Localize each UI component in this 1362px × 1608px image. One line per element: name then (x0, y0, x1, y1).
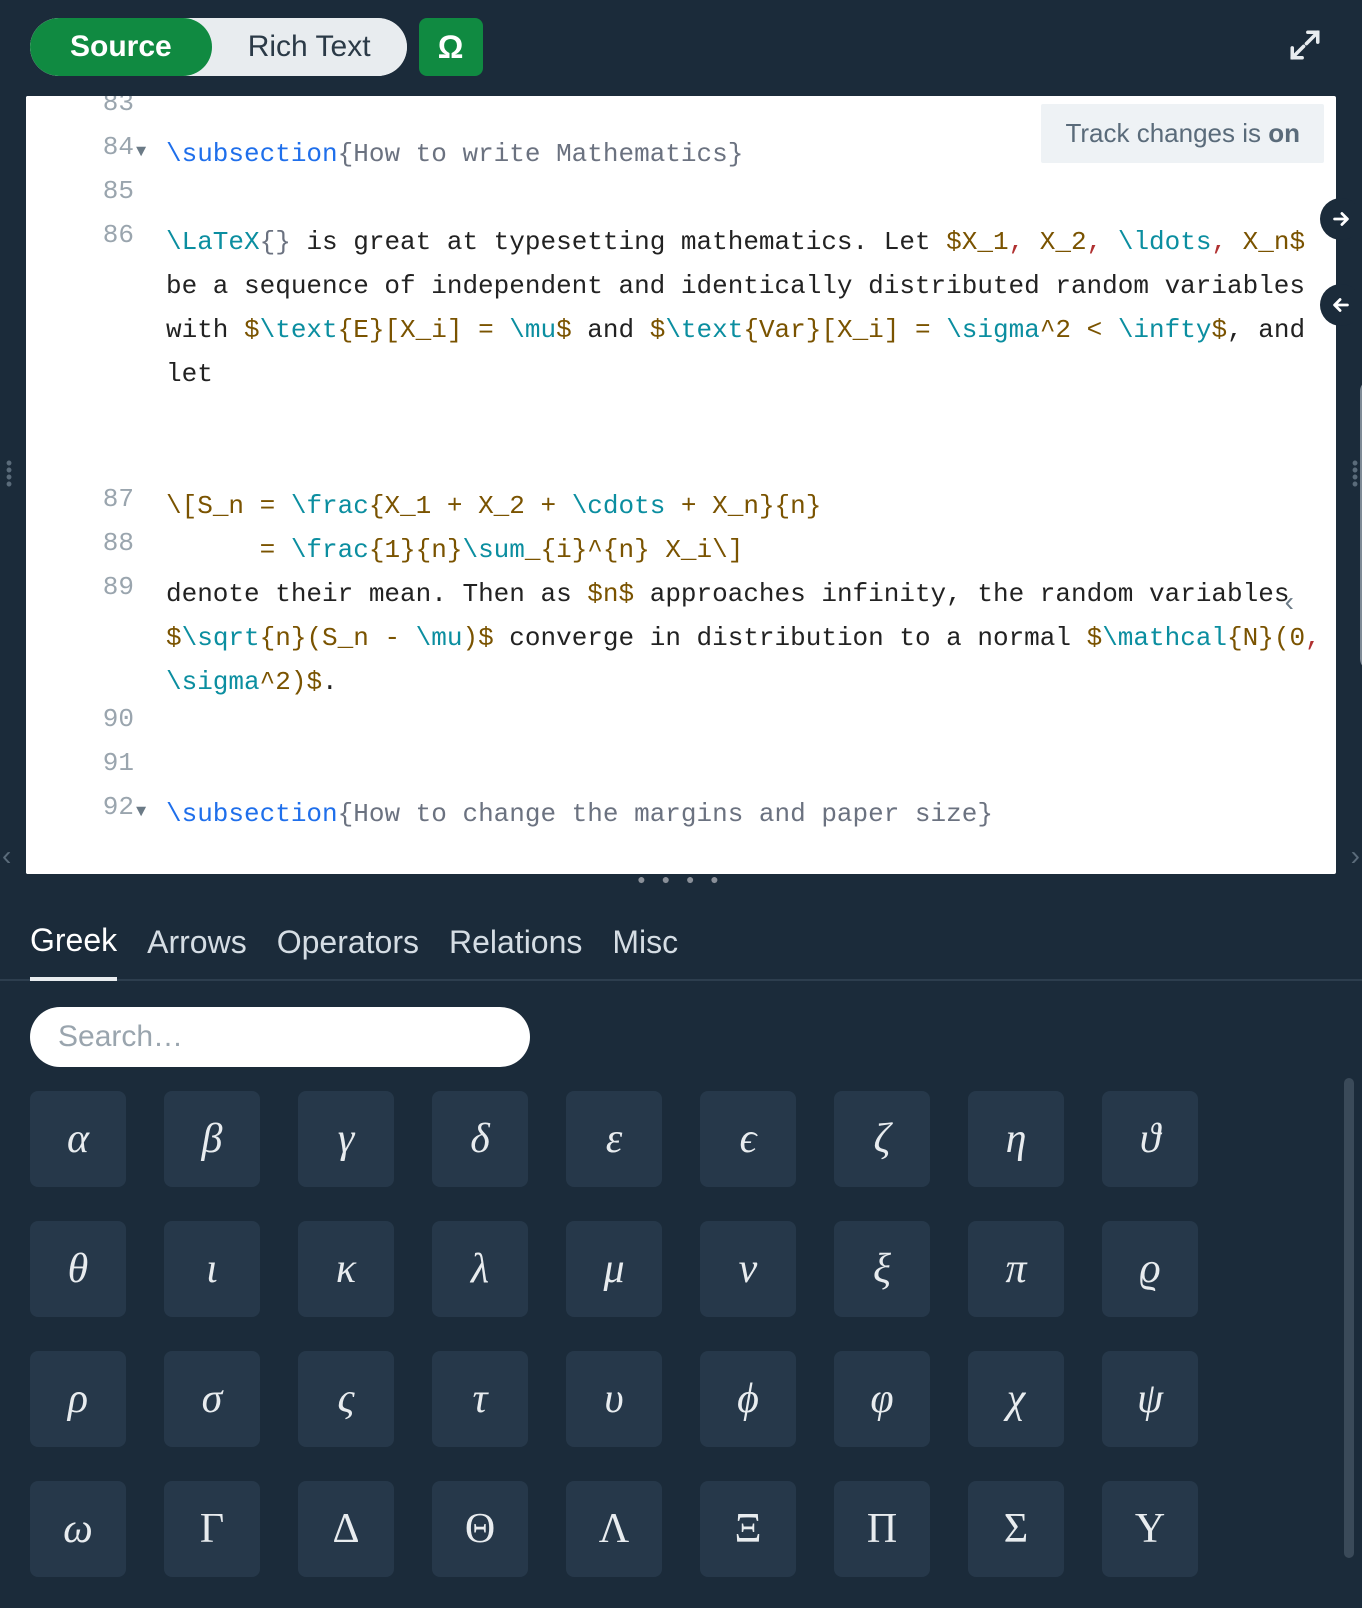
line-number: 83 (26, 96, 156, 118)
symbol-button[interactable]: ι (164, 1221, 260, 1317)
symbol-palette-panel: Greek Arrows Operators Relations Misc αβ… (0, 898, 1362, 1608)
symbol-button[interactable]: ζ (834, 1091, 930, 1187)
symbol-button[interactable]: Γ (164, 1481, 260, 1577)
line-number: 89 (26, 572, 156, 602)
symbol-grid: αβγδεϵζηϑ θικλμνξπϱ ρσςτυϕφχψ ωΓΔΘΛΞΠΣΥ (0, 1077, 1362, 1591)
symbol-button[interactable]: γ (298, 1091, 394, 1187)
symbol-button[interactable]: α (30, 1091, 126, 1187)
horizontal-drag-handle[interactable]: ● ● ● ● (26, 874, 1336, 892)
code-line: \subsection{How to change the margins an… (166, 792, 1324, 836)
symbol-button[interactable]: Ξ (700, 1481, 796, 1577)
topbar: Source Rich Text Ω (0, 0, 1362, 86)
nav-arrow-left-icon[interactable] (1320, 284, 1362, 326)
symbol-button[interactable]: κ (298, 1221, 394, 1317)
symbol-button[interactable]: ϱ (1102, 1221, 1198, 1317)
left-expand-icon[interactable]: ‹ (2, 840, 11, 872)
tab-relations[interactable]: Relations (449, 924, 582, 979)
palette-scrollbar[interactable] (1344, 1078, 1354, 1558)
code-line: denote their mean. Then as $n$ approache… (166, 572, 1324, 704)
symbol-button[interactable]: ϵ (700, 1091, 796, 1187)
line-number: 85 (26, 176, 156, 206)
symbol-button[interactable]: Θ (432, 1481, 528, 1577)
symbol-button[interactable]: χ (968, 1351, 1064, 1447)
nav-arrow-right-icon[interactable] (1320, 198, 1362, 240)
left-panel-drag-handle[interactable]: •••• (3, 460, 13, 488)
symbol-search-input[interactable] (30, 1007, 530, 1067)
symbol-button[interactable]: ν (700, 1221, 796, 1317)
symbol-button[interactable]: Δ (298, 1481, 394, 1577)
symbol-button[interactable]: Υ (1102, 1481, 1198, 1577)
right-panel-drag-handle[interactable]: •••• (1349, 460, 1359, 488)
symbol-button[interactable]: σ (164, 1351, 260, 1447)
fold-icon[interactable]: ▼ (136, 143, 146, 162)
code-line: \[S_n = \frac{X_1 + X_2 + \cdots + X_n}{… (166, 484, 1324, 528)
symbol-button[interactable]: λ (432, 1221, 528, 1317)
expand-icon[interactable] (1288, 28, 1322, 67)
tab-greek[interactable]: Greek (30, 922, 117, 981)
symbol-button[interactable]: φ (834, 1351, 930, 1447)
symbol-button[interactable]: ϑ (1102, 1091, 1198, 1187)
tab-source[interactable]: Source (30, 18, 212, 76)
right-expand-icon[interactable]: › (1351, 840, 1360, 872)
line-number: 86 (26, 220, 156, 250)
track-changes-banner[interactable]: Track changes is on (1041, 104, 1324, 163)
symbol-button[interactable]: δ (432, 1091, 528, 1187)
line-gutter: 83 84 ▼ 85 86 87 88 89 90 91 92 ▼ (26, 96, 156, 874)
symbol-button[interactable]: ξ (834, 1221, 930, 1317)
line-number: 91 (26, 748, 156, 778)
symbol-button[interactable]: ω (30, 1481, 126, 1577)
symbol-category-tabs: Greek Arrows Operators Relations Misc (0, 910, 1362, 981)
symbol-button[interactable]: β (164, 1091, 260, 1187)
code-line: = \frac{1}{n}\sum_{i}^{n} X_i\] (166, 528, 1324, 572)
symbol-button[interactable]: ς (298, 1351, 394, 1447)
symbol-button[interactable]: ϕ (700, 1351, 796, 1447)
symbol-button[interactable]: υ (566, 1351, 662, 1447)
symbol-button[interactable]: ρ (30, 1351, 126, 1447)
tab-misc[interactable]: Misc (612, 924, 678, 979)
symbol-palette-toggle[interactable]: Ω (419, 18, 483, 76)
line-number: 88 (26, 528, 156, 558)
symbol-button[interactable]: μ (566, 1221, 662, 1317)
symbol-button[interactable]: η (968, 1091, 1064, 1187)
symbol-button[interactable]: ε (566, 1091, 662, 1187)
symbol-button[interactable]: Λ (566, 1481, 662, 1577)
symbol-button[interactable]: Π (834, 1481, 930, 1577)
symbol-button[interactable]: π (968, 1221, 1064, 1317)
code-editor[interactable]: Track changes is on ‹ 83 84 ▼ 85 86 87 8… (26, 96, 1336, 874)
code-line: \LaTeX{} is great at typesetting mathema… (166, 220, 1324, 396)
editor-mode-tabs: Source Rich Text (30, 18, 407, 76)
line-number: 90 (26, 704, 156, 734)
fold-icon[interactable]: ▼ (136, 803, 146, 822)
symbol-button[interactable]: τ (432, 1351, 528, 1447)
symbol-button[interactable]: Σ (968, 1481, 1064, 1577)
symbol-button[interactable]: ψ (1102, 1351, 1198, 1447)
tab-rich-text[interactable]: Rich Text (212, 18, 407, 76)
line-number: 87 (26, 484, 156, 514)
symbol-button[interactable]: θ (30, 1221, 126, 1317)
symbol-search-wrap (0, 981, 1362, 1077)
tab-operators[interactable]: Operators (277, 924, 419, 979)
tab-arrows[interactable]: Arrows (147, 924, 247, 979)
